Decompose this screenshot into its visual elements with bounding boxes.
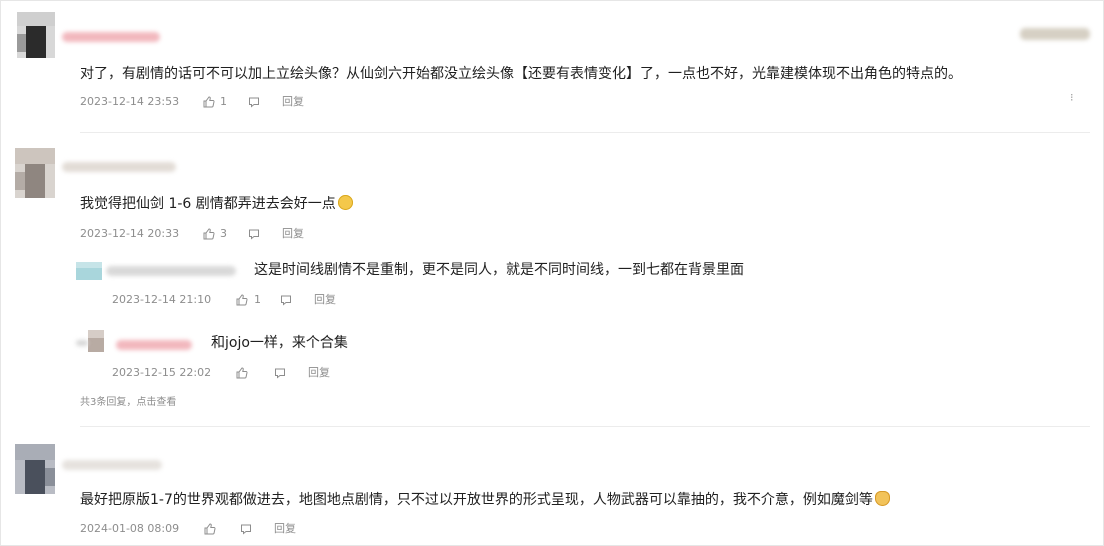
reply-button[interactable]: 回复 <box>282 226 304 242</box>
comment-timestamp: 2023-12-14 20:33 <box>80 227 180 240</box>
avatar[interactable] <box>17 12 55 58</box>
reply-button[interactable]: 回复 <box>308 365 330 381</box>
comment-icon[interactable] <box>248 228 260 240</box>
username[interactable] <box>62 460 162 470</box>
comment-icon[interactable] <box>274 367 286 379</box>
comment-text: 对了，有剧情的话可不可以加上立绘头像？从仙剑六开始都没立绘头像【还要有表情变化】… <box>80 66 962 82</box>
username <box>1020 28 1090 40</box>
comment-icon[interactable] <box>240 523 252 535</box>
like-count: 1 <box>220 95 227 108</box>
like-count: 1 <box>254 293 261 306</box>
like-count: 3 <box>220 227 227 240</box>
reply-text: 这是时间线剧情不是重制，更不是同人，就是不同时间线，一到七都在背景里面 <box>254 262 744 278</box>
reply-timestamp: 2023-12-15 22:02 <box>112 366 212 379</box>
avatar[interactable] <box>15 444 55 494</box>
view-more-replies-link[interactable]: 共3条回复，点击查看 <box>80 395 176 411</box>
avatar[interactable] <box>15 148 55 198</box>
divider <box>80 132 1090 133</box>
reply-button[interactable]: 回复 <box>282 94 304 110</box>
comment-icon[interactable] <box>248 96 260 108</box>
reply-timestamp: 2023-12-14 21:10 <box>112 293 212 306</box>
like-icon[interactable] <box>203 228 215 240</box>
username[interactable] <box>116 340 192 350</box>
username[interactable] <box>106 266 236 276</box>
reply-button[interactable]: 回复 <box>314 292 336 308</box>
divider <box>80 426 1090 427</box>
like-icon[interactable] <box>204 523 216 535</box>
cat-emoji-icon <box>874 491 890 506</box>
reply-text: 和jojo一样，来个合集 <box>211 335 348 351</box>
like-icon[interactable] <box>203 96 215 108</box>
username[interactable] <box>62 32 160 42</box>
avatar[interactable] <box>76 262 102 280</box>
username[interactable] <box>76 340 88 346</box>
comment-timestamp: 2023-12-14 23:53 <box>80 95 180 108</box>
comment-text: 最好把原版1-7的世界观都做进去，地图地点剧情，只不过以开放世界的形式呈现，人物… <box>80 490 890 510</box>
comment-icon[interactable] <box>280 294 292 306</box>
like-icon[interactable] <box>236 367 248 379</box>
smiley-emoji-icon <box>337 195 353 210</box>
reply-button[interactable]: 回复 <box>274 521 296 537</box>
comment-text-content: 我觉得把仙剑 1-6 剧情都弄进去会好一点 <box>80 196 336 212</box>
avatar[interactable] <box>88 330 104 352</box>
comment-text: 我觉得把仙剑 1-6 剧情都弄进去会好一点 <box>80 194 353 214</box>
like-icon[interactable] <box>236 294 248 306</box>
username[interactable] <box>62 162 176 172</box>
comment-text-content: 最好把原版1-7的世界观都做进去，地图地点剧情，只不过以开放世界的形式呈现，人物… <box>80 492 873 508</box>
more-options-icon[interactable]: ⁝ <box>1070 92 1074 104</box>
comment-timestamp: 2024-01-08 08:09 <box>80 522 180 535</box>
